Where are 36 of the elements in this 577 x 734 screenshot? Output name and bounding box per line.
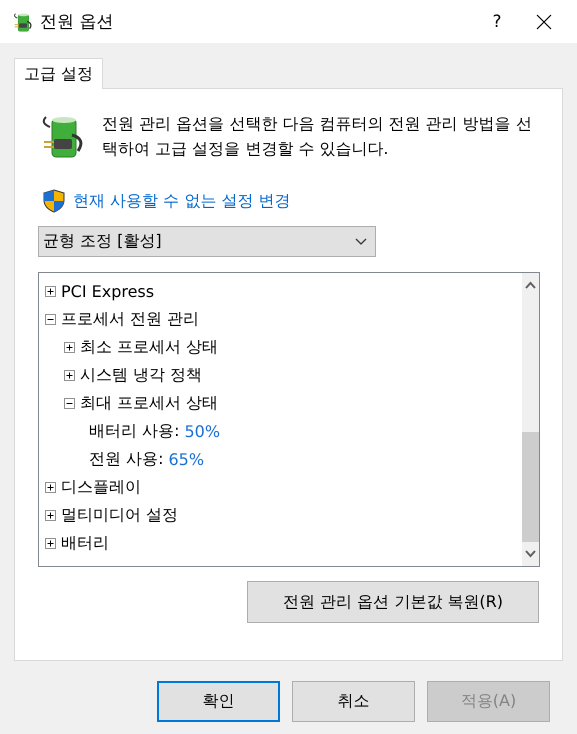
tree-item[interactable]: 최대 프로세서 상태	[80, 392, 218, 414]
scroll-up-icon[interactable]	[525, 281, 536, 289]
tree-item[interactable]: 최소 프로세서 상태	[80, 336, 218, 358]
description: 전원 관리 옵션을 선택한 다음 컴퓨터의 전원 관리 방법을 선택하여 고급 설정을 변경할 수 있습니다.	[102, 113, 533, 160]
tree-item[interactable]: 시스템 냉각 정책	[80, 364, 202, 386]
dialog-button[interactable]: 취소	[292, 681, 415, 722]
scroll-down-icon[interactable]	[525, 550, 536, 558]
tree-item[interactable]: 프로세서 전원 관리	[61, 308, 200, 330]
window-title: 전원 옵션	[40, 11, 114, 33]
battery-plug-icon	[12, 10, 34, 32]
restore-defaults-button[interactable]: 전원 관리 옵션 기본값 복원(R)	[247, 581, 539, 623]
setting-label: 전원 사용:	[89, 448, 164, 470]
expand-icon[interactable]	[64, 370, 75, 380]
change-settings-link[interactable]: 현재 사용할 수 없는 설정 변경	[73, 190, 290, 212]
shield-icon	[43, 189, 65, 213]
setting-label: 배터리 사용:	[89, 420, 180, 442]
setting-value[interactable]: 50%	[184, 422, 220, 440]
collapse-icon[interactable]	[64, 398, 75, 408]
dialog-button[interactable]: 확인	[157, 681, 280, 722]
scrollbar[interactable]	[522, 273, 539, 566]
chevron-down-icon	[355, 238, 367, 246]
plan-dropdown[interactable]: 균형 조정 [활성]	[38, 226, 376, 257]
expand-icon[interactable]	[45, 510, 56, 520]
tree-item[interactable]: 디스플레이	[61, 476, 141, 498]
tree-item[interactable]: PCI Express	[61, 282, 154, 300]
collapse-icon[interactable]	[45, 314, 56, 324]
help-button[interactable]: ?	[474, 12, 520, 32]
tab[interactable]: 고급 설정	[14, 58, 104, 89]
expand-icon[interactable]	[64, 342, 75, 352]
tree-item[interactable]: 멀티미디어 설정	[61, 504, 178, 526]
expand-icon[interactable]	[45, 538, 56, 548]
setting-value[interactable]: 65%	[168, 450, 204, 468]
expand-icon[interactable]	[45, 482, 56, 492]
close-icon[interactable]	[536, 14, 552, 30]
expand-icon[interactable]	[45, 286, 56, 296]
tree-item[interactable]: 배터리	[61, 532, 109, 554]
